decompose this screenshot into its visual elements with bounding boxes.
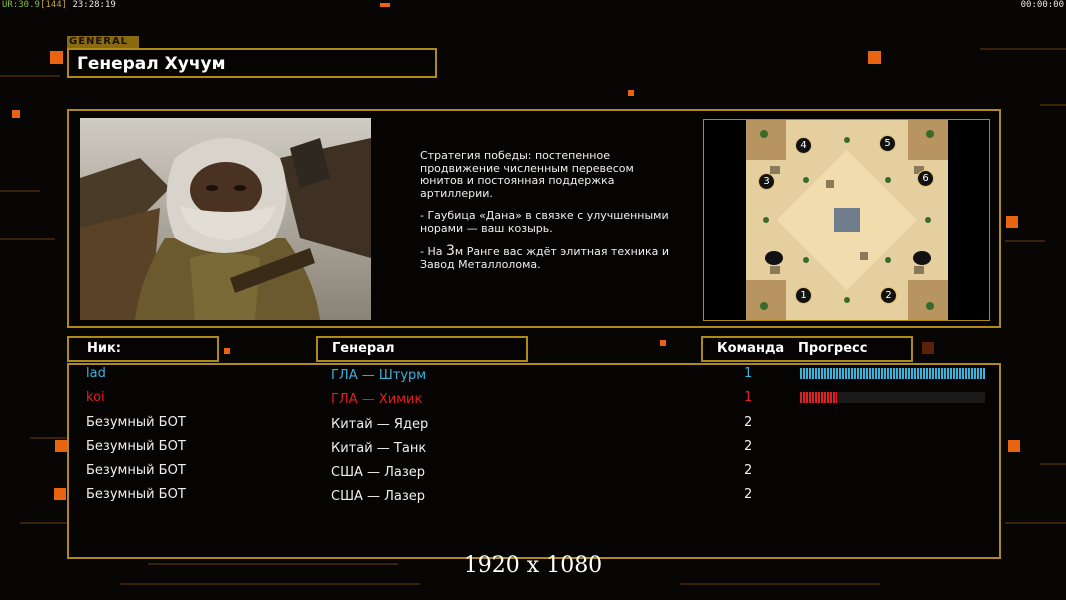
game-timer: 00:00:00 [1020, 0, 1064, 10]
player-general[interactable]: Китай — Ядер [331, 417, 428, 432]
player-nick: koi [86, 390, 105, 405]
resolution-label: 1920 x 1080 [463, 553, 603, 578]
map-slot-5: 5 [879, 135, 896, 152]
player-general[interactable]: Китай — Танк [331, 441, 426, 456]
team-progress-header: Команда Прогресс [701, 336, 913, 362]
player-general[interactable]: США — Лазер [331, 465, 425, 480]
general-description: Стратегия победы: постепенное продвижени… [420, 149, 680, 281]
map-slot-4: 4 [795, 137, 812, 154]
player-progress-bar [800, 392, 985, 403]
player-general[interactable]: США — Лазер [331, 489, 425, 504]
player-general[interactable]: ГЛА — Химик [331, 392, 422, 407]
ur-label: UR:30.9 [2, 0, 40, 10]
player-team[interactable]: 1 [744, 366, 752, 381]
player-nick: lad [86, 366, 106, 381]
player-nick: Безумный БОТ [86, 439, 186, 454]
player-progress-bar [800, 368, 985, 379]
general-column-header: Генерал [316, 336, 528, 362]
status-bar: UR:30.9[144] 23:28:19 00:00:00 [0, 0, 1066, 10]
minimap[interactable]: 4 5 3 6 1 2 [746, 120, 948, 320]
portrait-image [80, 118, 371, 320]
team-column-header: Команда [717, 341, 785, 356]
player-nick: Безумный БОТ [86, 487, 186, 502]
minimap-graphic [746, 120, 948, 320]
map-slot-3: 3 [758, 173, 775, 190]
player-nick: Безумный БОТ [86, 415, 186, 430]
map-slot-1: 1 [795, 287, 812, 304]
general-title-box: Генерал Хучум [67, 48, 437, 78]
player-progress-fill [800, 392, 837, 403]
ping-label: [144] [39, 0, 68, 10]
player-team[interactable]: 2 [744, 415, 752, 430]
player-progress-fill [800, 368, 985, 379]
description-dana: - Гаубица «Дана» в связке с улучшенными … [420, 209, 669, 235]
player-nick: Безумный БОТ [86, 463, 186, 478]
clock-label: 23:28:19 [72, 0, 116, 10]
player-team[interactable]: 2 [744, 463, 752, 478]
general-portrait [80, 118, 371, 320]
player-team[interactable]: 1 [744, 390, 752, 405]
player-team[interactable]: 2 [744, 487, 752, 502]
general-name: Генерал Хучум [77, 54, 226, 74]
general-tag: GENERAL [67, 36, 139, 48]
player-team[interactable]: 2 [744, 439, 752, 454]
nick-column-header: Ник: [67, 336, 219, 362]
progress-column-header: Прогресс [798, 341, 868, 356]
player-general[interactable]: ГЛА — Штурм [331, 368, 426, 383]
map-slot-6: 6 [917, 170, 934, 187]
description-rank: - На 3м Ранге вас ждёт элитная техника и… [420, 243, 669, 271]
map-slot-2: 2 [880, 287, 897, 304]
description-strategy: Стратегия победы: постепенное продвижени… [420, 149, 634, 200]
